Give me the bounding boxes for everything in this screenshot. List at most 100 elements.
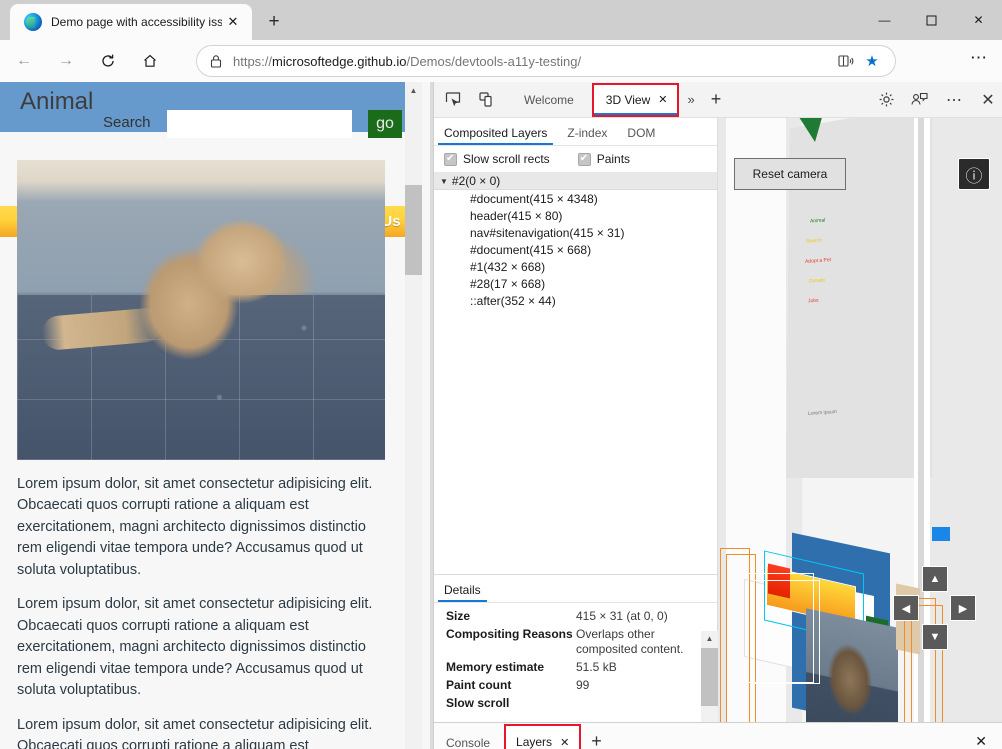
details-scroll-up-icon[interactable]: ▲: [701, 631, 718, 646]
favorite-star-icon[interactable]: ★: [859, 52, 885, 70]
window-controls: — ✕: [861, 0, 1002, 40]
read-aloud-icon[interactable]: [833, 54, 859, 68]
go-button[interactable]: go: [368, 110, 402, 138]
layer-wireframe: [911, 605, 943, 722]
devtools-drawer: Console Layers ✕ + ✕ Layers has moved to…: [434, 722, 1002, 749]
device-emulation-icon[interactable]: [472, 86, 502, 114]
sub-tab-composited-layers[interactable]: Composited Layers: [434, 126, 557, 145]
forward-button[interactable]: →: [48, 46, 84, 76]
scroll-up-icon[interactable]: ▲: [405, 82, 422, 99]
composited-layers-pane: Composited Layers Z-index DOM Slow scrol…: [434, 118, 718, 574]
inspect-element-icon[interactable]: [438, 86, 468, 114]
devtools-panel: Welcome 3D View ✕ » + ⋯ ✕ Composited La: [433, 82, 1002, 749]
slow-scroll-rects-checkbox[interactable]: [444, 153, 457, 166]
paragraph: Lorem ipsum dolor, sit amet consectetur …: [17, 594, 387, 701]
pan-down-button[interactable]: ▼: [922, 624, 948, 650]
drawer-tab-layers[interactable]: Layers ✕: [504, 724, 581, 749]
tab-3d-view-close-icon[interactable]: ✕: [658, 93, 667, 106]
devtools-close-icon[interactable]: ✕: [973, 86, 1002, 114]
detail-row: Compositing Reasons Overlaps other compo…: [446, 627, 717, 657]
new-tab-button[interactable]: +: [260, 9, 288, 35]
layer-tree-item[interactable]: nav#sitenavigation(415 × 31): [434, 224, 717, 241]
hero-cat-image: [17, 160, 385, 460]
url-text: https://microsoftedge.github.io/Demos/de…: [233, 54, 833, 69]
layer-tree: ▼ #2(0 × 0) #document(415 × 4348) header…: [434, 173, 717, 309]
tab-close-icon[interactable]: ✕: [222, 11, 244, 33]
feedback-icon[interactable]: [905, 86, 935, 114]
details-body: Size 415 × 31 (at 0, 0) Compositing Reas…: [434, 603, 717, 711]
drawer-tab-layers-label: Layers: [516, 735, 552, 749]
title-bar: Demo page with accessibility iss ✕ + — ✕: [0, 0, 1002, 40]
site-header: Animal Search go: [0, 82, 415, 132]
pan-left-button[interactable]: ◀: [893, 595, 919, 621]
edge-browser-window: Demo page with accessibility iss ✕ + — ✕…: [0, 0, 1002, 749]
detail-value: 415 × 31 (at 0, 0): [576, 609, 691, 624]
sub-tab-dom[interactable]: DOM: [617, 126, 665, 145]
drawer-tab-layers-close-icon[interactable]: ✕: [560, 736, 569, 749]
details-tabs: Details: [434, 575, 717, 603]
layer-tree-item[interactable]: #document(415 × 668): [434, 241, 717, 258]
paragraph: Lorem ipsum dolor, sit amet consectetur …: [17, 715, 387, 749]
paints-checkbox[interactable]: [578, 153, 591, 166]
tab-3d-view[interactable]: 3D View ✕: [592, 83, 680, 117]
layer-tree-item[interactable]: #document(415 × 4348): [434, 190, 717, 207]
info-icon[interactable]: ⓘ: [958, 158, 990, 190]
drawer-close-icon[interactable]: ✕: [975, 733, 1002, 749]
layer-tree-item[interactable]: #1(432 × 668): [434, 258, 717, 275]
page-scrollbar-thumb[interactable]: [405, 185, 422, 275]
tab-title: Demo page with accessibility iss: [51, 4, 222, 40]
layer-wireframe-white: [754, 580, 820, 684]
detail-row: Size 415 × 31 (at 0, 0): [446, 609, 717, 624]
drawer-tab-console[interactable]: Console: [434, 736, 502, 749]
3d-view-canvas[interactable]: Animal Search Adopt a Pet Donate Jobs Lo…: [718, 118, 1002, 722]
close-window-button[interactable]: ✕: [955, 0, 1002, 40]
add-panel-button[interactable]: +: [703, 89, 730, 110]
layer-tree-root[interactable]: ▼ #2(0 × 0): [434, 173, 717, 190]
drawer-add-tab-button[interactable]: +: [581, 731, 612, 749]
devtools-toolbar-right: ⋯ ✕: [867, 86, 1002, 114]
pan-up-button[interactable]: ▲: [922, 566, 948, 592]
pan-right-button[interactable]: ▶: [950, 595, 976, 621]
layer-tree-item[interactable]: #28(17 × 668): [434, 275, 717, 292]
slow-scroll-rects-label: Slow scroll rects: [463, 152, 550, 166]
tab-3d-view-label: 3D View: [606, 93, 650, 107]
devtools-more-icon[interactable]: ⋯: [939, 86, 969, 114]
layers-sub-tabs: Composited Layers Z-index DOM: [434, 118, 717, 146]
details-scrollbar-thumb[interactable]: [701, 648, 718, 706]
layer-tree-root-label: #2(0 × 0): [452, 174, 500, 188]
canvas-green-marker: [797, 118, 823, 142]
cat-body: [137, 216, 317, 406]
minimize-button[interactable]: —: [861, 0, 908, 40]
layer-tree-item[interactable]: ::after(352 × 44): [434, 292, 717, 309]
layer-tree-item[interactable]: header(415 × 80): [434, 207, 717, 224]
cat-tail: [41, 307, 164, 351]
drawer-tabs: Console Layers ✕ + ✕: [434, 723, 1002, 749]
back-button[interactable]: ←: [6, 46, 42, 76]
page-scrollbar[interactable]: [405, 82, 422, 749]
browser-settings-icon[interactable]: ⋯: [970, 49, 988, 66]
collapse-triangle-icon[interactable]: ▼: [440, 177, 448, 186]
browser-tab[interactable]: Demo page with accessibility iss ✕: [10, 4, 252, 40]
reset-camera-button[interactable]: Reset camera: [734, 158, 846, 190]
reload-icon[interactable]: [90, 46, 126, 76]
more-tabs-chevron-icon[interactable]: »: [679, 92, 702, 107]
camera-depth-slider-handle[interactable]: [932, 527, 950, 541]
detail-row: Memory estimate 51.5 kB: [446, 660, 717, 675]
detail-key: Compositing Reasons: [446, 627, 576, 657]
detail-row: Slow scroll: [446, 696, 717, 711]
detail-value: 51.5 kB: [576, 660, 691, 675]
paragraph: Lorem ipsum dolor, sit amet consectetur …: [17, 474, 387, 581]
tab-details[interactable]: Details: [434, 583, 491, 602]
detail-value: [576, 696, 691, 711]
layer-options-row: Slow scroll rects Paints: [434, 146, 717, 173]
detail-key: Memory estimate: [446, 660, 576, 675]
detail-value: Overlaps other composited content.: [576, 627, 691, 657]
gear-icon[interactable]: [871, 86, 901, 114]
search-input[interactable]: [167, 110, 352, 138]
maximize-button[interactable]: [908, 0, 955, 40]
address-bar[interactable]: https://microsoftedge.github.io/Demos/de…: [196, 45, 896, 77]
home-icon[interactable]: [132, 46, 168, 76]
detail-key: Slow scroll: [446, 696, 576, 711]
sub-tab-z-index[interactable]: Z-index: [557, 126, 617, 145]
tab-welcome[interactable]: Welcome: [510, 82, 588, 118]
